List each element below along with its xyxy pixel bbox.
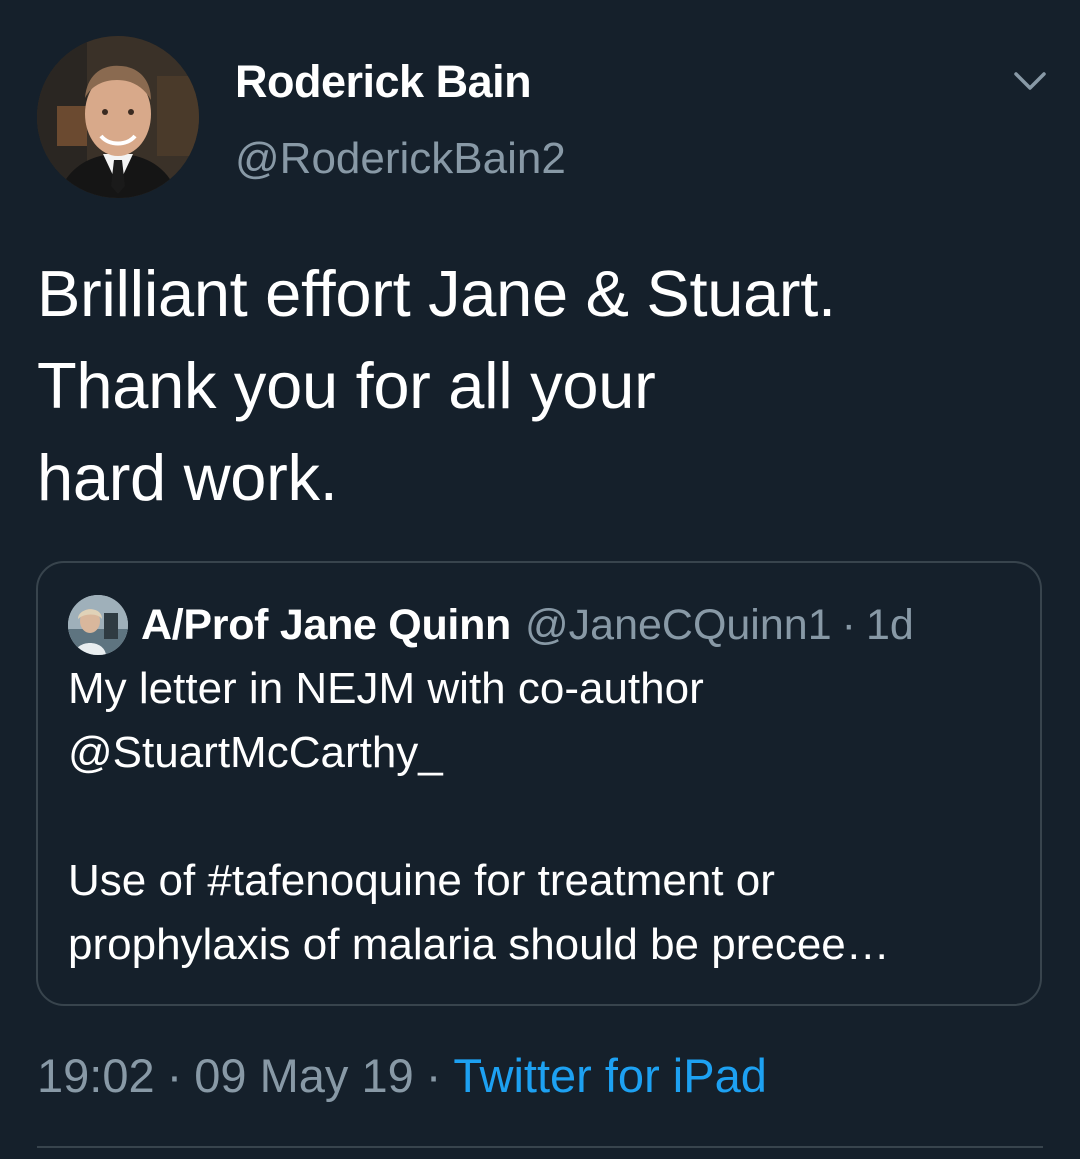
quoted-tweet-age[interactable]: 1d (866, 601, 914, 650)
quoted-text-line: prophylaxis of malaria should be precee… (68, 920, 890, 969)
quoted-tweet-header: A/Prof Jane Quinn @JaneCQuinn1 · 1d (68, 593, 914, 657)
quoted-author-handle[interactable]: @JaneCQuinn1 (525, 601, 832, 650)
quoted-author-avatar-photo (68, 595, 128, 655)
tweet-text-line: Brilliant effort Jane & Stuart. (37, 257, 836, 330)
tweet-date[interactable]: 09 May 19 (194, 1049, 413, 1102)
tweet-source-link[interactable]: Twitter for iPad (453, 1049, 766, 1102)
author-avatar[interactable] (37, 36, 199, 198)
quoted-tweet-text: My letter in NEJM with co-author @Stuart… (68, 657, 1018, 977)
quoted-text-line: Use of #tafenoquine for treatment or (68, 856, 775, 905)
tweet-text: Brilliant effort Jane & Stuart. Thank yo… (37, 248, 1037, 524)
tweet-text-line: Thank you for all your (37, 349, 656, 422)
tweet-time[interactable]: 19:02 (37, 1049, 155, 1102)
quoted-text-blank-line (68, 785, 1018, 849)
author-handle[interactable]: @RoderickBain2 (235, 134, 566, 184)
meta-separator: · (425, 1049, 442, 1102)
divider (37, 1146, 1043, 1148)
chevron-down-icon[interactable] (1010, 66, 1050, 96)
author-display-name[interactable]: Roderick Bain (235, 56, 532, 108)
author-avatar-photo (37, 36, 199, 198)
quoted-author-display-name[interactable]: A/Prof Jane Quinn (141, 601, 511, 650)
tweet-text-line: hard work. (37, 441, 338, 514)
meta-separator: · (166, 1049, 183, 1102)
quoted-text-mention[interactable]: @StuartMcCarthy_ (68, 721, 1018, 785)
quoted-author-avatar[interactable] (68, 595, 128, 655)
quoted-tweet-card[interactable]: A/Prof Jane Quinn @JaneCQuinn1 · 1d My l… (36, 561, 1042, 1006)
quoted-separator: · (841, 600, 856, 649)
tweet-meta: 19:02 · 09 May 19 · Twitter for iPad (37, 1048, 767, 1103)
quoted-text-line: My letter in NEJM with co-author (68, 664, 704, 713)
